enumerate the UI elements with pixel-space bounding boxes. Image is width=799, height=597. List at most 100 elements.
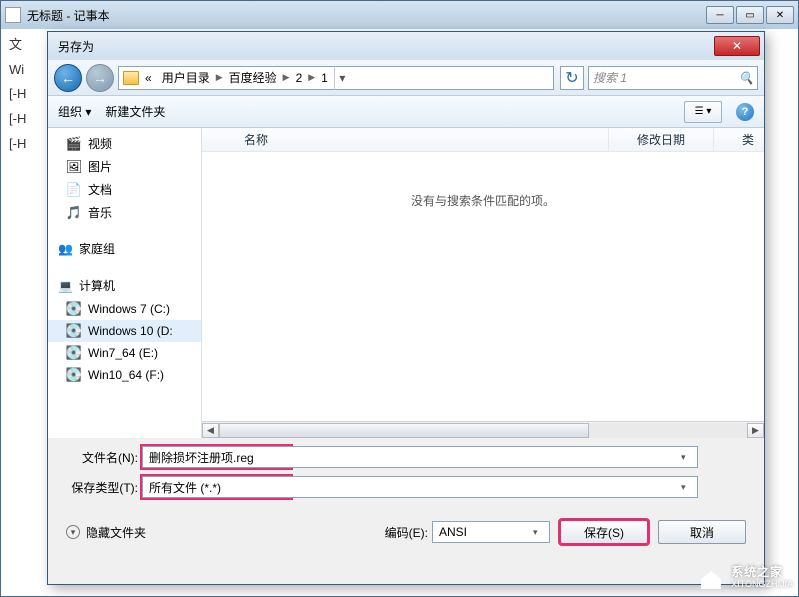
sidebar-item-drive-f[interactable]: 💽 Win10_64 (F:) (48, 364, 201, 386)
nav-bar: ← → « 用户目录 ▶ 百度经验 ▶ 2 ▶ 1 ▾ ↻ 搜索 1 🔍 (48, 60, 764, 96)
save-form: 文件名(N): 删除损坏注册项.reg ▾ 保存类型(T): 所有文件 (*.*… (48, 438, 764, 510)
scroll-thumb[interactable] (219, 423, 589, 438)
column-name[interactable]: 名称 (202, 128, 609, 151)
watermark-url: XITONGZHIJIA (731, 580, 793, 590)
save-button-label: 保存(S) (584, 524, 624, 541)
breadcrumb[interactable]: 用户目录 (158, 69, 214, 86)
view-button[interactable]: ☰ ▾ (684, 101, 722, 123)
help-button[interactable]: ? (736, 103, 754, 121)
minimize-button[interactable]: ─ (706, 6, 734, 24)
encoding-row: 编码(E): ANSI ▾ (385, 521, 550, 543)
notepad-icon (5, 7, 21, 23)
watermark-name: 系统之家 (731, 566, 793, 579)
encoding-value: ANSI (439, 525, 467, 539)
save-button[interactable]: 保存(S) (560, 520, 648, 544)
sidebar-item-label: 文档 (88, 181, 112, 198)
drive-icon: 💽 (66, 323, 82, 339)
encoding-select[interactable]: ANSI ▾ (432, 521, 550, 543)
breadcrumb[interactable]: 2 (292, 71, 307, 85)
scroll-right-button[interactable]: ▶ (747, 423, 764, 438)
close-button[interactable]: ✕ (766, 6, 794, 24)
filename-label: 文件名(N): (68, 449, 142, 466)
horizontal-scrollbar[interactable]: ◀ ▶ (202, 421, 764, 438)
sidebar-item-drive-c[interactable]: 💽 Windows 7 (C:) (48, 298, 201, 320)
sidebar-item-label: 视频 (88, 135, 112, 152)
notepad-window-controls: ─ ▭ ✕ (704, 6, 794, 24)
homegroup-icon: 👥 (58, 242, 73, 256)
column-modified[interactable]: 修改日期 (609, 128, 714, 151)
folder-icon (123, 71, 139, 85)
filename-input[interactable]: 删除损坏注册项.reg ▾ (142, 446, 698, 468)
scroll-track[interactable] (219, 423, 747, 438)
computer-icon: 💻 (58, 279, 73, 293)
music-icon: 🎵 (66, 205, 82, 221)
sidebar-item-pictures[interactable]: 🖼 图片 (48, 155, 201, 178)
breadcrumb[interactable]: 1 (317, 71, 332, 85)
sidebar-group-homegroup[interactable]: 👥 家庭组 (48, 236, 201, 261)
sidebar-item-video[interactable]: 🎬 视频 (48, 132, 201, 155)
filetype-label: 保存类型(T): (68, 479, 142, 496)
notepad-title: 无标题 - 记事本 (27, 7, 110, 24)
cancel-button[interactable]: 取消 (658, 520, 746, 544)
cancel-button-label: 取消 (690, 524, 714, 541)
new-folder-button[interactable]: 新建文件夹 (105, 103, 165, 120)
sidebar-item-label: 音乐 (88, 204, 112, 221)
drive-icon: 💽 (66, 301, 82, 317)
dialog-titlebar: 另存为 ✕ (48, 32, 764, 60)
maximize-button[interactable]: ▭ (736, 6, 764, 24)
notepad-titlebar: 无标题 - 记事本 ─ ▭ ✕ (1, 1, 798, 29)
watermark: 系统之家 XITONGZHIJIA (697, 565, 793, 591)
sidebar-item-drive-e[interactable]: 💽 Win7_64 (E:) (48, 342, 201, 364)
sidebar-item-music[interactable]: 🎵 音乐 (48, 201, 201, 224)
encoding-label: 编码(E): (385, 524, 428, 541)
refresh-button[interactable]: ↻ (560, 66, 584, 90)
empty-message: 没有与搜索条件匹配的项。 (202, 192, 764, 209)
dialog-footer: ▾ 隐藏文件夹 编码(E): ANSI ▾ 保存(S) 取消 (48, 510, 764, 560)
sidebar-group-computer[interactable]: 💻 计算机 (48, 273, 201, 298)
hide-folders-toggle[interactable]: ▾ 隐藏文件夹 (66, 524, 146, 541)
sidebar-item-label: Win10_64 (F:) (88, 368, 164, 382)
toolbar: 组织 ▾ 新建文件夹 ☰ ▾ ? (48, 96, 764, 128)
chevron-right-icon[interactable]: ▶ (283, 72, 290, 83)
chevron-icon: ▾ (66, 525, 80, 539)
nav-forward-button[interactable]: → (86, 64, 114, 92)
dropdown-icon[interactable]: ▾ (681, 482, 695, 493)
address-dropdown[interactable]: ▾ (334, 66, 350, 90)
filename-highlight: 删除损坏注册项.reg ▾ (142, 446, 291, 468)
column-type[interactable]: 类 (714, 128, 764, 151)
sidebar-item-label: Windows 7 (C:) (88, 302, 170, 316)
organize-menu[interactable]: 组织 ▾ (58, 103, 91, 120)
filetype-highlight: 所有文件 (*.*) ▾ (142, 476, 291, 498)
sidebar-item-label: 图片 (88, 158, 112, 175)
documents-icon: 📄 (66, 182, 82, 198)
filename-value: 删除损坏注册项.reg (149, 449, 254, 466)
scroll-left-button[interactable]: ◀ (202, 423, 219, 438)
nav-back-button[interactable]: ← (54, 64, 82, 92)
search-icon: 🔍 (739, 71, 753, 85)
drive-icon: 💽 (66, 345, 82, 361)
hide-folders-label: 隐藏文件夹 (86, 524, 146, 541)
sidebar-item-label: 计算机 (79, 277, 115, 294)
sidebar-item-label: Win7_64 (E:) (88, 346, 158, 360)
sidebar-item-documents[interactable]: 📄 文档 (48, 178, 201, 201)
breadcrumb[interactable]: 百度经验 (225, 69, 281, 86)
search-placeholder: 搜索 1 (593, 69, 627, 86)
video-icon: 🎬 (66, 136, 82, 152)
column-headers: 名称 修改日期 类 (202, 128, 764, 152)
sidebar-item-drive-d[interactable]: 💽 Windows 10 (D: (48, 320, 201, 342)
breadcrumb[interactable]: « (141, 71, 156, 85)
dialog-close-button[interactable]: ✕ (714, 36, 760, 56)
search-input[interactable]: 搜索 1 🔍 (588, 66, 758, 90)
filetype-select[interactable]: 所有文件 (*.*) ▾ (142, 476, 698, 498)
dropdown-icon[interactable]: ▾ (681, 452, 695, 463)
chevron-right-icon[interactable]: ▶ (216, 72, 223, 83)
sidebar-item-label: Windows 10 (D: (88, 324, 173, 338)
dropdown-icon[interactable]: ▾ (533, 527, 547, 538)
chevron-right-icon[interactable]: ▶ (308, 72, 315, 83)
sidebar-item-label: 家庭组 (79, 240, 115, 257)
pictures-icon: 🖼 (66, 159, 82, 175)
watermark-icon (697, 565, 725, 591)
drive-icon: 💽 (66, 367, 82, 383)
filetype-value: 所有文件 (*.*) (149, 479, 221, 496)
address-bar[interactable]: « 用户目录 ▶ 百度经验 ▶ 2 ▶ 1 ▾ (118, 66, 554, 90)
